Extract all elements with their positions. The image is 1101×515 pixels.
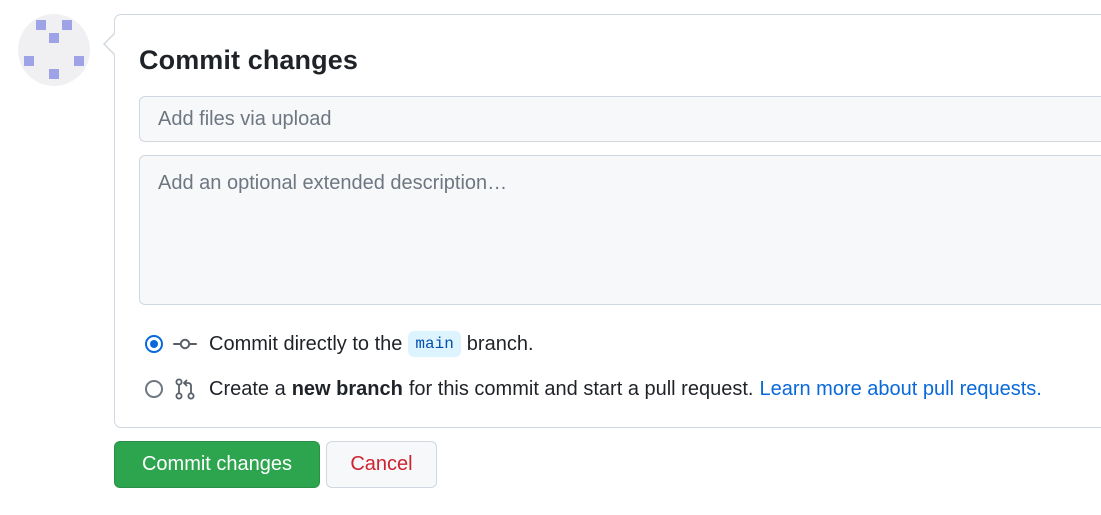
option-text-prefix: Create a	[209, 377, 286, 400]
commit-form-card: Commit changes Commit directly to the ma…	[114, 14, 1101, 428]
avatar	[18, 14, 90, 86]
commit-summary-input[interactable]	[139, 96, 1101, 142]
commit-directly-option[interactable]: Commit directly to the main branch.	[145, 329, 534, 359]
cancel-button[interactable]: Cancel	[326, 441, 437, 488]
learn-more-link[interactable]: Learn more about pull requests.	[759, 378, 1041, 401]
option-text-suffix: branch.	[466, 332, 534, 355]
page-title: Commit changes	[139, 45, 358, 75]
commit-description-textarea[interactable]	[139, 155, 1101, 305]
commit-changes-page: Commit changes Commit directly to the ma…	[0, 0, 1101, 515]
identicon-icon	[24, 20, 84, 79]
option-text-prefix: Commit directly to the	[209, 332, 403, 355]
card-pointer-fill	[105, 34, 115, 54]
option-text-suffix: for this commit and start a pull request…	[408, 377, 754, 400]
commit-changes-button[interactable]: Commit changes	[114, 441, 320, 488]
git-pull-request-icon	[175, 378, 195, 400]
commit-directly-radio[interactable]	[145, 335, 163, 353]
new-branch-emphasis: new branch	[291, 377, 403, 400]
git-commit-icon	[173, 338, 197, 350]
new-branch-option[interactable]: Create a new branch for this commit and …	[145, 374, 1042, 404]
new-branch-radio[interactable]	[145, 380, 163, 398]
branch-name-badge: main	[408, 331, 461, 357]
